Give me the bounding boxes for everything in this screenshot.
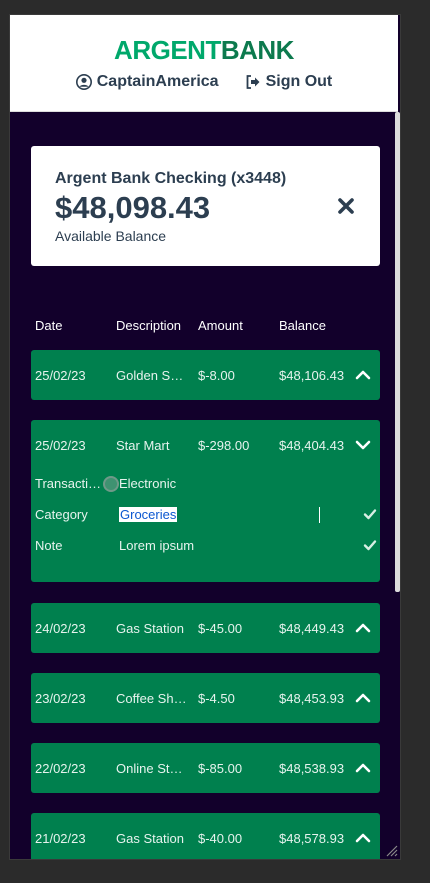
transaction-row[interactable]: 22/02/23 Online Store $-85.00 $48,538.93 <box>31 743 380 793</box>
logo[interactable]: ARGENTBANK <box>10 35 398 66</box>
transaction-row[interactable]: 25/02/23 Golden Sun Bakery $-8.00 $48,10… <box>31 350 380 400</box>
tx-balance: $48,453.93 <box>279 691 345 706</box>
account-title: Argent Bank Checking (x3448) <box>55 170 287 187</box>
category-input[interactable]: Groceries <box>119 507 178 522</box>
tx-date: 21/02/23 <box>35 831 86 846</box>
tx-date: 22/02/23 <box>35 761 86 776</box>
header-description: Description <box>116 318 182 333</box>
tx-description: Star Mart <box>116 438 170 453</box>
tx-description: Coffee Shop <box>116 691 188 706</box>
tx-description: Online Store <box>116 761 188 776</box>
header-balance: Balance <box>279 318 326 333</box>
tx-amount: $-298.00 <box>198 438 250 453</box>
tx-amount: $-45.00 <box>198 621 243 636</box>
user-name: CaptainAmerica <box>96 73 219 90</box>
detail-transaction-type: Transaction Type Electronic <box>35 476 380 496</box>
check-icon[interactable] <box>363 538 377 552</box>
header: ARGENTBANK CaptainAmerica Sign Out <box>10 15 398 112</box>
sign-out-icon <box>245 74 261 90</box>
text-caret <box>319 507 320 523</box>
tx-balance: $48,578.93 <box>279 831 345 846</box>
tx-balance: $48,538.93 <box>279 761 345 776</box>
account-description: Available Balance <box>55 228 167 244</box>
detail-label: Note <box>35 538 63 553</box>
category-value: Groceries <box>119 507 178 522</box>
resize-grip-icon[interactable] <box>384 843 398 857</box>
tx-date: 25/02/23 <box>35 438 86 453</box>
tx-amount: $-8.00 <box>198 368 235 383</box>
mouse-cursor-indicator <box>103 476 119 492</box>
sign-out-link[interactable]: Sign Out <box>245 73 333 91</box>
scrollbar[interactable] <box>395 112 400 592</box>
chevron-down-icon[interactable] <box>354 436 372 454</box>
account-amount: $48,098.43 <box>55 190 211 225</box>
check-icon[interactable] <box>363 507 377 521</box>
tx-balance: $48,449.43 <box>279 621 345 636</box>
tx-amount: $-4.50 <box>198 691 235 706</box>
tx-description: Gas Station <box>116 621 184 636</box>
logo-part-bank: BANK <box>220 35 295 65</box>
user-profile-link[interactable]: CaptainAmerica <box>75 73 219 91</box>
chevron-up-icon[interactable] <box>354 366 372 384</box>
tx-date: 25/02/23 <box>35 368 86 383</box>
sign-out-label: Sign Out <box>265 73 333 90</box>
tx-amount: $-85.00 <box>198 761 243 776</box>
tx-date: 24/02/23 <box>35 621 86 636</box>
transactions-table-header: Date Description Amount Balance <box>35 318 385 338</box>
tx-balance: $48,404.43 <box>279 438 345 453</box>
chevron-up-icon[interactable] <box>354 689 372 707</box>
detail-label: Category <box>35 507 88 522</box>
detail-category: Category Groceries <box>35 507 380 527</box>
tx-date: 23/02/23 <box>35 691 86 706</box>
detail-note: Note Lorem ipsum <box>35 538 380 558</box>
detail-label: Transaction Type <box>35 476 105 491</box>
tx-balance: $48,106.43 <box>279 368 345 383</box>
main-nav: CaptainAmerica Sign Out <box>10 73 398 91</box>
header-amount: Amount <box>198 318 243 333</box>
tx-description: Gas Station <box>116 831 184 846</box>
header-date: Date <box>35 318 63 333</box>
transaction-row[interactable]: 24/02/23 Gas Station $-45.00 $48,449.43 <box>31 603 380 653</box>
account-card: Argent Bank Checking (x3448) $48,098.43 … <box>31 146 380 266</box>
chevron-up-icon[interactable] <box>354 619 372 637</box>
chevron-up-icon[interactable] <box>354 759 372 777</box>
tx-amount: $-40.00 <box>198 831 243 846</box>
transaction-row-expanded[interactable]: 25/02/23 Star Mart $-298.00 $48,404.43 T… <box>31 420 380 582</box>
close-icon[interactable] <box>336 196 356 216</box>
note-input[interactable]: Lorem ipsum <box>119 538 194 553</box>
transaction-row[interactable]: 23/02/23 Coffee Shop $-4.50 $48,453.93 <box>31 673 380 723</box>
user-circle-icon <box>75 74 92 90</box>
chevron-up-icon[interactable] <box>354 829 372 847</box>
transaction-row[interactable]: 21/02/23 Gas Station $-40.00 $48,578.93 <box>31 813 380 859</box>
app-viewport: ARGENTBANK CaptainAmerica Sign Out Argen… <box>9 14 401 860</box>
detail-value: Electronic <box>119 476 177 491</box>
logo-part-argent: ARGENT <box>114 35 221 65</box>
tx-description: Golden Sun Bakery <box>116 368 188 383</box>
